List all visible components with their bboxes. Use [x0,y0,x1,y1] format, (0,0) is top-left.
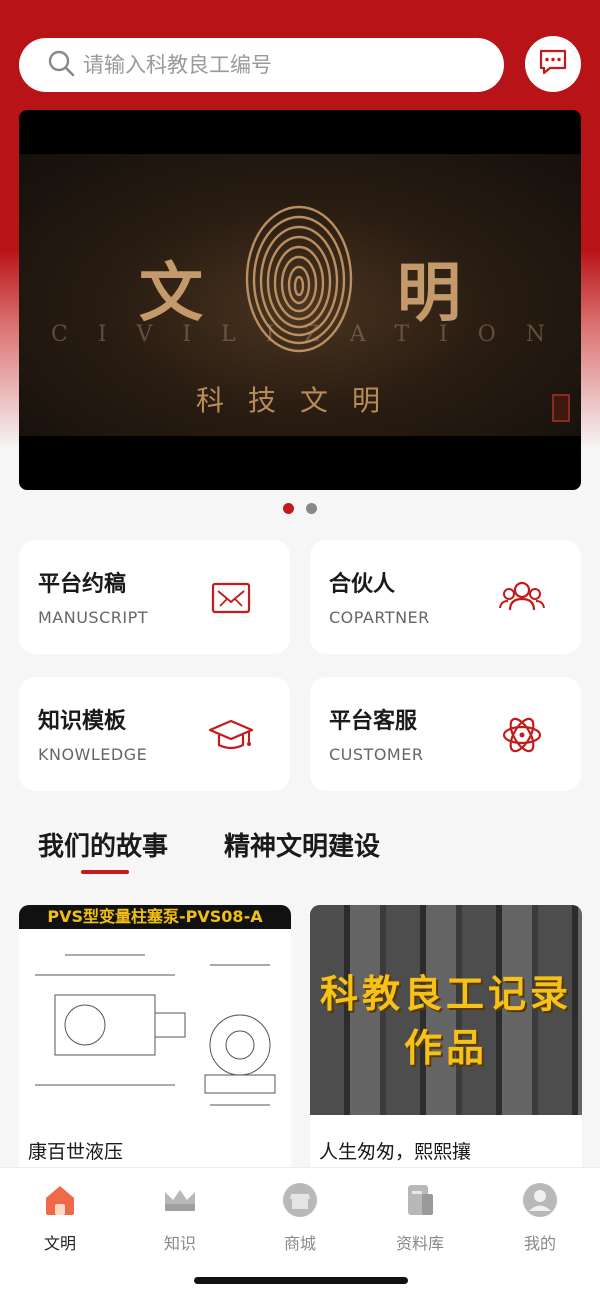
crown-icon [165,1190,195,1211]
nav-label: 文明 [43,1234,76,1253]
tab-our-story[interactable]: 我们的故事 [38,826,168,863]
nav-item-profile[interactable]: 我的 [480,1182,600,1254]
carousel-dot-active[interactable] [283,503,294,514]
story-card-1[interactable]: PVS型变量柱塞泵-PVS08-A 康百世液压 [19,905,291,1175]
banner-left-char: 文 [139,256,205,331]
home-indicator [194,1277,408,1284]
carousel-dot[interactable] [306,503,317,514]
tab-active-indicator [81,870,129,874]
search-input[interactable] [83,53,463,77]
card-title: 平台客服 [329,709,418,734]
card-copartner[interactable]: 合伙人 COPARTNER [310,540,581,654]
card-title: 平台约稿 [38,572,127,597]
story-card-2[interactable]: 科教良工记录 作品 人生匆匆，熙熙攘 [310,905,582,1175]
fingerprint-icon [245,205,353,353]
nav-label: 知识 [163,1234,196,1253]
seal-stamp [552,394,570,422]
pump-drawing-image [35,954,276,1106]
card-customer[interactable]: 平台客服 CUSTOMER [310,677,581,791]
search-bar[interactable] [19,38,504,92]
graduation-cap-icon [207,711,255,759]
thumbnail-title-line1: 科教良工记录 [319,972,572,1016]
card-subtitle: CUSTOMER [329,745,424,764]
banner-carousel[interactable]: CIVILIZATION 文 明 科技文明 [19,110,581,490]
banner-right-char: 明 [397,256,463,331]
banner-image: CIVILIZATION 文 明 科技文明 [19,154,581,436]
chat-bubble-icon [538,48,568,80]
nav-label: 商城 [283,1234,316,1253]
nav-item-civilization[interactable]: 文明 [0,1182,120,1254]
atom-icon [498,711,546,759]
carousel-indicator [0,503,600,514]
nav-item-store[interactable]: 商城 [240,1182,360,1254]
story-thumbnail: PVS型变量柱塞泵-PVS08-A [19,905,291,1115]
envelope-icon [207,574,255,622]
nav-label: 我的 [523,1234,556,1253]
message-button[interactable] [525,36,581,92]
partners-icon [498,574,546,622]
nav-item-knowledge[interactable]: 知识 [120,1182,240,1254]
card-knowledge[interactable]: 知识模板 KNOWLEDGE [19,677,290,791]
store-icon [283,1183,317,1217]
card-subtitle: KNOWLEDGE [38,745,148,764]
book-icon [408,1185,433,1215]
nav-item-library[interactable]: 资料库 [360,1182,480,1254]
thumbnail-header: PVS型变量柱塞泵-PVS08-A [19,905,291,929]
tab-spiritual-civilization[interactable]: 精神文明建设 [224,826,380,863]
story-title: 人生匆匆，熙熙攘 [319,1141,472,1163]
card-subtitle: COPARTNER [329,608,430,627]
card-title: 知识模板 [38,709,127,734]
card-title: 合伙人 [329,572,396,597]
banner-subtitle: 科技文明 [195,384,404,417]
user-icon [523,1183,557,1217]
card-manuscript[interactable]: 平台约稿 MANUSCRIPT [19,540,290,654]
nav-label: 资料库 [395,1234,444,1253]
home-icon [46,1186,74,1215]
card-subtitle: MANUSCRIPT [38,608,149,627]
story-title: 康百世液压 [28,1141,124,1163]
story-thumbnail: 科教良工记录 作品 [310,905,582,1115]
thumbnail-title-line2: 作品 [403,1026,488,1070]
search-icon [47,49,75,81]
